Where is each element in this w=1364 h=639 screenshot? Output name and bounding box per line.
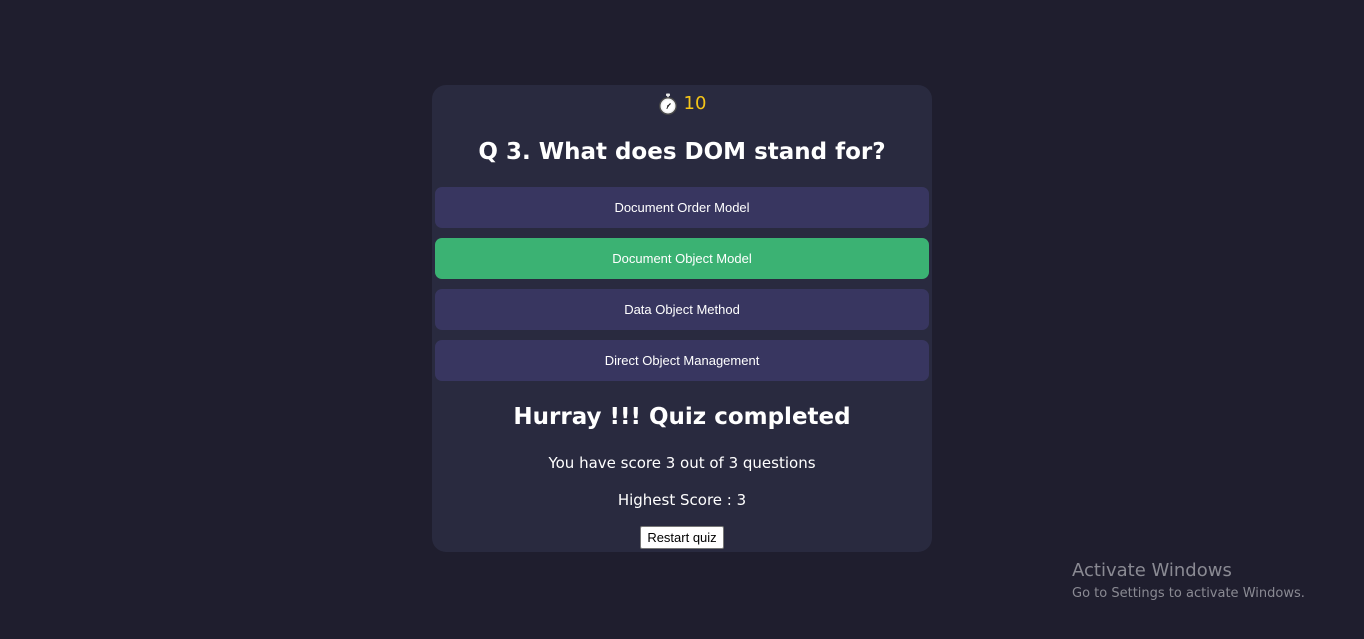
quiz-card: 10 Q 3. What does DOM stand for? Documen… bbox=[432, 85, 932, 552]
option-button[interactable]: Direct Object Management bbox=[435, 340, 929, 381]
highest-score-text: Highest Score : 3 bbox=[617, 491, 747, 509]
activate-windows-watermark: Activate Windows Go to Settings to activ… bbox=[1072, 560, 1305, 604]
timer-value: 10 bbox=[683, 93, 707, 114]
watermark-subtitle: Go to Settings to activate Windows. bbox=[1072, 586, 1305, 601]
result-title: Hurray !!! Quiz completed bbox=[513, 404, 851, 430]
question-text: Q 3. What does DOM stand for? bbox=[478, 139, 886, 165]
option-button[interactable]: Data Object Method bbox=[435, 289, 929, 330]
option-button[interactable]: Document Order Model bbox=[435, 187, 929, 228]
watermark-title: Activate Windows bbox=[1072, 560, 1232, 581]
stopwatch-icon bbox=[658, 93, 678, 115]
timer: 10 bbox=[432, 93, 932, 115]
score-text: You have score 3 out of 3 questions bbox=[548, 454, 816, 472]
option-button-correct[interactable]: Document Object Model bbox=[435, 238, 929, 279]
restart-quiz-button[interactable]: Restart quiz bbox=[640, 526, 724, 549]
